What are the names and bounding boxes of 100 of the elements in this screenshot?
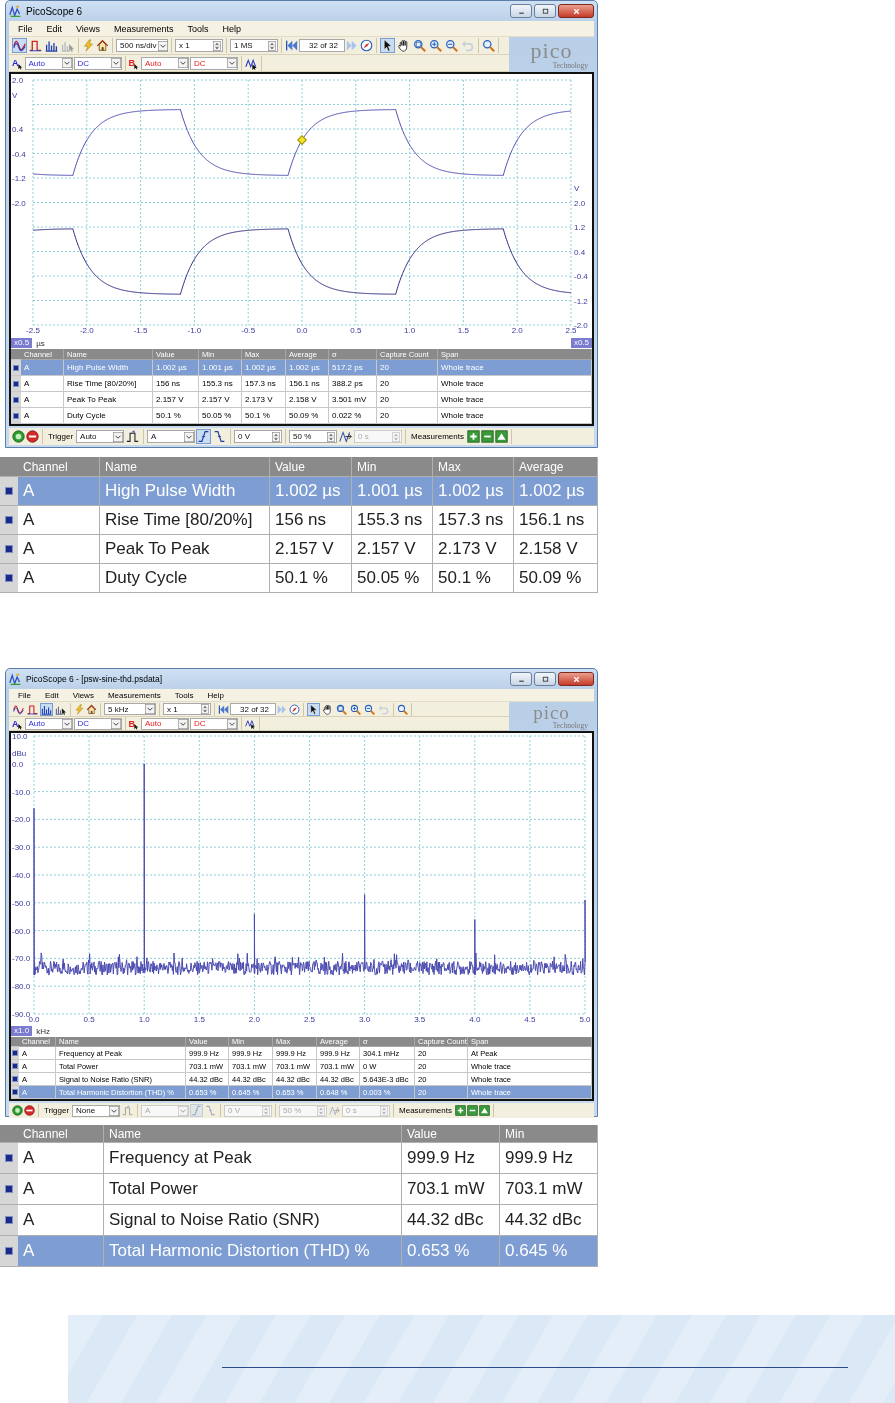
mode-button[interactable] xyxy=(28,38,43,53)
table-row[interactable]: A Duty Cycle 50.1 % 50.05 % 50.1 % 50.09 % 0.022 % 20 Whole trace xyxy=(11,408,592,424)
row-marker-icon xyxy=(5,545,13,553)
menu-item[interactable]: Views xyxy=(72,690,94,700)
row-marker-icon xyxy=(5,1216,13,1224)
restore-icon xyxy=(540,6,550,16)
menu-item[interactable]: Measurements xyxy=(107,690,161,700)
menu-item[interactable]: Tools xyxy=(174,690,194,700)
compass-icon[interactable] xyxy=(360,39,373,52)
mode-button[interactable] xyxy=(40,702,53,716)
restore-icon xyxy=(540,674,550,684)
maximize-button[interactable] xyxy=(534,672,556,686)
scale-badge[interactable]: x0.5 xyxy=(11,338,33,348)
menu-item[interactable]: File xyxy=(18,23,33,34)
menu-item[interactable]: Measurements xyxy=(113,23,174,34)
delay-button[interactable] xyxy=(338,429,354,444)
axis-label: -0.4 xyxy=(574,271,588,281)
minus-icon[interactable] xyxy=(466,1105,478,1116)
buffer-field[interactable]: 32 of 32 xyxy=(230,703,276,715)
table-row[interactable]: A Total Harmonic Distortion (THD) % 0.653 % 0.645 % xyxy=(0,1236,598,1267)
probe-icon[interactable] xyxy=(245,56,258,70)
table-row[interactable]: A Rise Time [80/20%] 156 ns 155.3 ns 157.3 ns 156.1 ns 388.2 ps 20 Whole trace xyxy=(11,376,592,392)
table-row[interactable]: A Peak To Peak 2.157 V 2.157 V 2.173 V 2.158 V 3.501 mV 20 Whole trace xyxy=(11,392,592,408)
menu-item[interactable]: Edit xyxy=(44,690,59,700)
scale-badge[interactable]: x1.0 xyxy=(11,1026,33,1036)
spin-arrows-icon xyxy=(200,704,210,714)
minimize-button[interactable] xyxy=(510,4,532,18)
menu-item[interactable]: Tools xyxy=(187,23,209,34)
table-row[interactable]: A Frequency at Peak 999.9 Hz 999.9 Hz xyxy=(0,1143,598,1174)
range-dropdown[interactable]: Auto xyxy=(141,717,189,730)
minimize-button[interactable] xyxy=(510,672,532,686)
house-icon[interactable] xyxy=(96,39,109,52)
channel-label[interactable]: B xyxy=(128,58,135,68)
trigger-channel-dropdown[interactable]: A xyxy=(147,430,196,443)
row-marker-icon xyxy=(13,396,19,403)
menu-item[interactable]: Views xyxy=(76,23,100,34)
coupling-dropdown[interactable]: DC xyxy=(73,717,122,730)
menu-item[interactable]: Help xyxy=(207,690,224,700)
minus-icon[interactable] xyxy=(480,430,494,443)
stop-icon[interactable] xyxy=(26,430,39,443)
stop-icon[interactable] xyxy=(24,1105,35,1116)
coupling-dropdown[interactable]: DC xyxy=(190,56,238,70)
tool-button[interactable] xyxy=(321,702,334,716)
position-spinner[interactable]: 50 % xyxy=(289,430,338,443)
house-icon[interactable] xyxy=(86,703,97,715)
axis-label: -0.4 xyxy=(12,149,26,158)
mode-button[interactable] xyxy=(44,38,59,53)
double-triangle-left-icon[interactable] xyxy=(285,39,298,52)
close-button[interactable] xyxy=(558,672,594,686)
pointer-icon xyxy=(308,703,319,715)
tool-button[interactable] xyxy=(307,702,320,716)
buffer-field[interactable]: 32 of 32 xyxy=(299,39,345,52)
menu-item[interactable]: Help xyxy=(222,23,241,34)
table-row[interactable]: A Rise Time [80/20%] 156 ns 155.3 ns 157.3 ns 156.1 ns xyxy=(0,506,598,535)
trigger-type-button[interactable] xyxy=(125,429,141,444)
table-row[interactable]: A Total Power 703.1 mW 703.1 mW xyxy=(0,1174,598,1205)
zoom-spinner[interactable]: x 1 xyxy=(175,39,223,52)
channel-label[interactable]: A xyxy=(12,58,19,68)
magnifier-icon[interactable] xyxy=(397,703,408,715)
close-button[interactable] xyxy=(558,4,594,18)
channel-label[interactable]: B xyxy=(128,718,135,729)
play-icon[interactable] xyxy=(12,430,25,443)
coupling-dropdown[interactable]: DC xyxy=(73,56,122,70)
plus-icon[interactable] xyxy=(466,430,480,443)
timebase-dropdown[interactable]: 500 ns/div xyxy=(116,39,168,52)
trigger-mode-dropdown[interactable]: Auto xyxy=(76,430,125,443)
table-row[interactable]: A High Pulse Width 1.002 µs 1.001 µs 1.002 µs 1.002 µs 517.2 ps 20 Whole trace xyxy=(11,360,592,376)
axis-label: 2.0 xyxy=(511,326,523,335)
range-dropdown[interactable]: Auto xyxy=(141,56,189,70)
probe-icon[interactable] xyxy=(245,718,256,729)
triangle-up-icon[interactable] xyxy=(494,430,508,443)
menu-item[interactable]: File xyxy=(18,690,31,700)
trigger-mode-dropdown[interactable]: None xyxy=(72,1104,121,1117)
table-row[interactable]: A Signal to Noise Ratio (SNR) 44.32 dBc 44.32 dBc xyxy=(0,1205,598,1236)
edge-button[interactable] xyxy=(196,429,212,444)
threshold-spinner[interactable]: 0 V xyxy=(234,430,283,443)
tool-button[interactable] xyxy=(380,38,395,53)
triangle-up-icon[interactable] xyxy=(478,1105,490,1116)
magnifier-icon[interactable] xyxy=(482,39,495,52)
channel-label[interactable]: A xyxy=(12,718,19,729)
play-icon[interactable] xyxy=(12,1105,23,1116)
table-row[interactable]: A Peak To Peak 2.157 V 2.157 V 2.173 V 2.158 V xyxy=(0,535,598,564)
table-cell: Duty Cycle xyxy=(64,408,153,424)
zoom-spinner[interactable]: x 1 xyxy=(163,703,211,715)
menu-item[interactable]: Edit xyxy=(46,23,63,34)
coupling-dropdown[interactable]: DC xyxy=(190,717,238,730)
table-row[interactable]: A High Pulse Width 1.002 µs 1.001 µs 1.002 µs 1.002 µs xyxy=(0,477,598,506)
double-triangle-left-icon[interactable] xyxy=(218,703,229,715)
spin-arrows-icon xyxy=(326,431,337,442)
range-dropdown[interactable]: Auto xyxy=(24,717,73,730)
table-row[interactable]: A Duty Cycle 50.1 % 50.05 % 50.1 % 50.09 % xyxy=(0,564,598,593)
samples-spinner[interactable]: 1 MS xyxy=(230,39,278,52)
compass-icon[interactable] xyxy=(289,703,300,715)
mode-button[interactable] xyxy=(26,702,39,716)
timebase-dropdown[interactable]: 5 kHz xyxy=(104,703,156,715)
mode-button[interactable] xyxy=(12,702,25,716)
scale-badge[interactable]: x0.5 xyxy=(570,338,592,348)
maximize-button[interactable] xyxy=(534,4,556,18)
plus-icon[interactable] xyxy=(454,1105,466,1116)
range-dropdown[interactable]: Auto xyxy=(24,56,73,70)
